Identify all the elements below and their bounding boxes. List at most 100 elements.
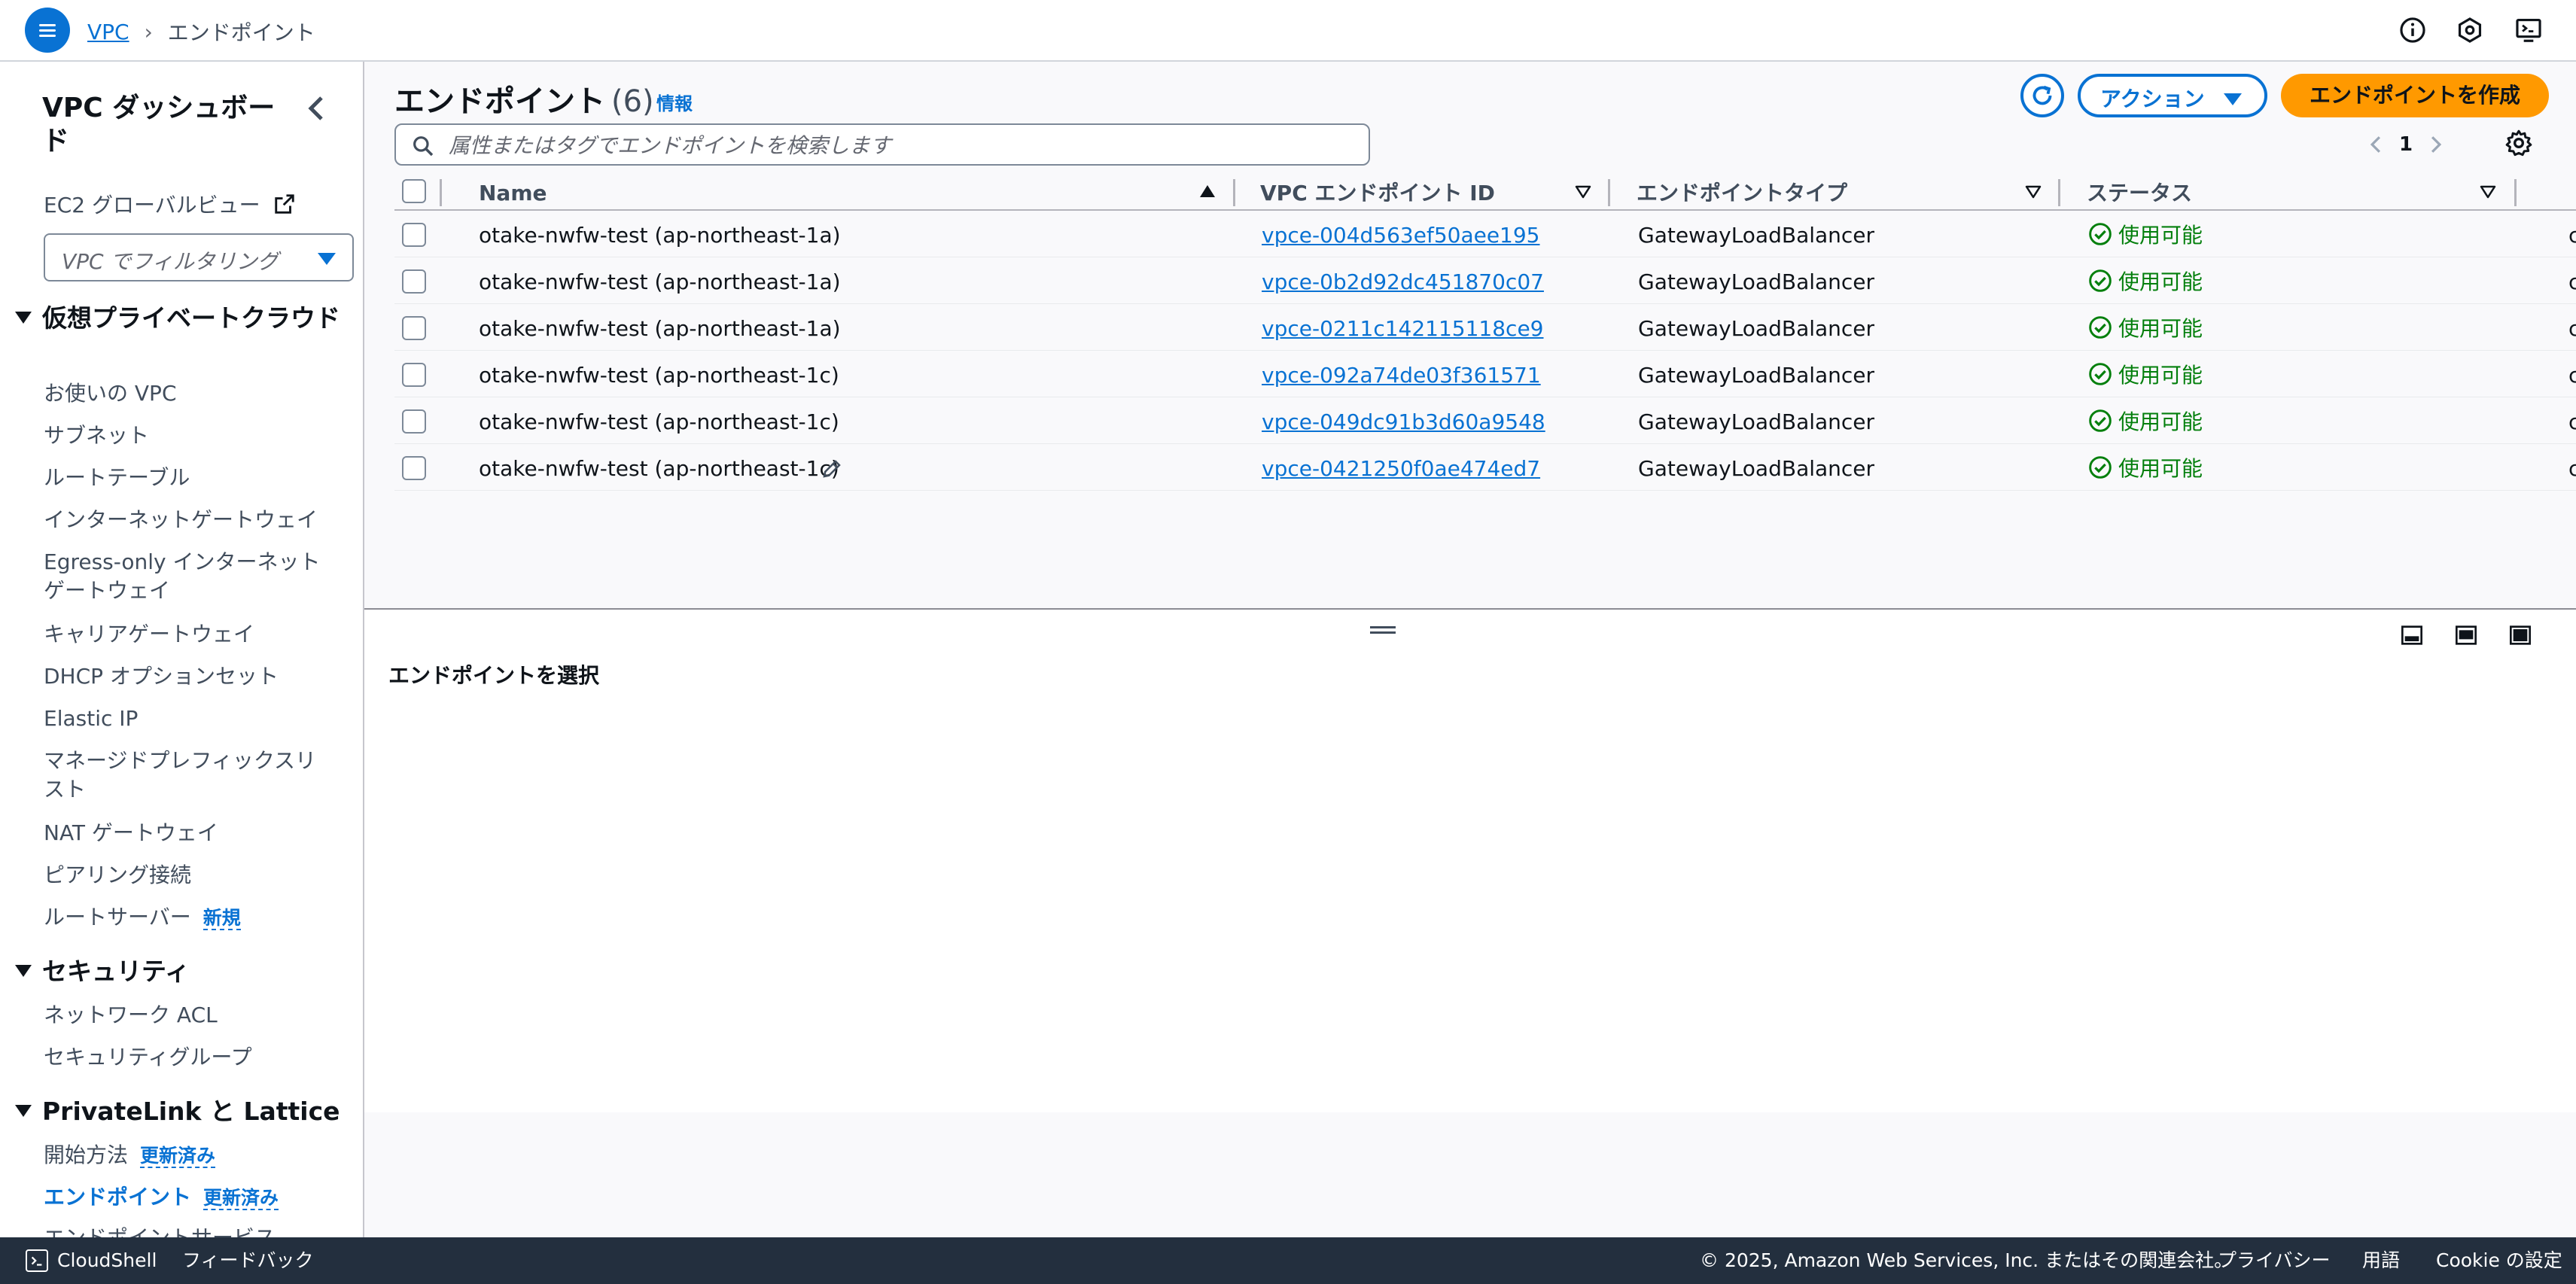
cell-endpoint-id-link[interactable]: vpce-049dc91b3d60a9548 <box>1262 409 1545 435</box>
cloudshell-icon[interactable] <box>26 1249 48 1272</box>
success-check-icon <box>2089 456 2112 479</box>
sidebar-item-route-tables[interactable]: ルートテーブル <box>44 464 190 492</box>
search-field[interactable] <box>394 123 1370 166</box>
refresh-button[interactable] <box>2020 74 2064 117</box>
sidebar-item-elastic-ip[interactable]: Elastic IP <box>44 704 138 733</box>
hamburger-menu-icon[interactable] <box>25 8 70 53</box>
table-row[interactable]: otake-nwfw-test (ap-northeast-1c) vpce-0… <box>394 351 2576 397</box>
breadcrumb-vpc-link[interactable]: VPC <box>87 20 129 44</box>
table-row[interactable]: otake-nwfw-test (ap-northeast-1c) vpce-0… <box>394 397 2576 444</box>
sidebar-item-route-servers[interactable]: ルートサーバー 新規 <box>44 903 241 933</box>
pagination-page-1[interactable]: 1 <box>2391 133 2421 156</box>
column-divider[interactable] <box>1233 179 1235 206</box>
cell-status: 使用可能 <box>2088 409 2203 435</box>
cell-endpoint-id-link[interactable]: vpce-0211c142115118ce9 <box>1262 316 1544 342</box>
sidebar-item-label: EC2 グローバルビュー <box>44 193 260 218</box>
sidebar-item-carrier-gateways[interactable]: キャリアゲートウェイ <box>44 620 254 649</box>
search-input[interactable] <box>449 131 1352 160</box>
success-check-icon <box>2089 316 2112 339</box>
cell-endpoint-id-link[interactable]: vpce-0421250f0ae474ed7 <box>1262 456 1540 482</box>
column-divider[interactable] <box>440 179 442 206</box>
sort-ascending-icon[interactable] <box>1200 185 1215 197</box>
sidebar-item-network-acl[interactable]: ネットワーク ACL <box>44 1001 218 1030</box>
info-icon[interactable] <box>2398 16 2427 44</box>
panel-side-icon[interactable] <box>2454 623 2478 647</box>
sidebar-section-title: セキュリティ <box>42 957 190 986</box>
row-checkbox[interactable] <box>402 223 426 247</box>
cell-endpoint-id-link[interactable]: vpce-0b2d92dc451870c07 <box>1262 269 1544 295</box>
select-all-checkbox[interactable] <box>402 179 426 203</box>
row-checkbox[interactable] <box>402 456 426 480</box>
column-header-endpoint-type[interactable]: エンドポイントタイプ <box>1637 181 1847 206</box>
column-header-vpc-endpoint-id[interactable]: VPC エンドポイント ID <box>1260 181 1495 206</box>
panel-bottom-icon[interactable] <box>2400 623 2424 647</box>
column-header-status[interactable]: ステータス <box>2087 181 2192 206</box>
vpc-filter-select[interactable]: VPC でフィルタリング <box>44 233 354 281</box>
cell-overflow: c <box>2568 223 2576 248</box>
table-row[interactable]: otake-nwfw-test (ap-northeast-1a) vpce-0… <box>394 257 2576 304</box>
cell-status: 使用可能 <box>2088 316 2203 342</box>
status-text: 使用可能 <box>2118 269 2203 294</box>
sidebar-section-privatelink[interactable]: PrivateLink と Lattice <box>15 1096 340 1127</box>
sidebar-item-getting-started[interactable]: 開始方法 更新済み <box>44 1141 216 1170</box>
chevron-left-icon[interactable] <box>305 93 329 123</box>
table-row[interactable]: otake-nwfw-test (ap-northeast-1c) vpce-0… <box>394 444 2576 491</box>
updated-badge[interactable]: 更新済み <box>140 1145 216 1168</box>
new-badge[interactable]: 新規 <box>202 907 241 930</box>
sidebar-section-security[interactable]: セキュリティ <box>15 956 190 987</box>
cell-endpoint-id-link[interactable]: vpce-004d563ef50aee195 <box>1262 223 1540 248</box>
sidebar-item-internet-gateways[interactable]: インターネットゲートウェイ <box>44 506 318 534</box>
table-row[interactable]: otake-nwfw-test (ap-northeast-1a) vpce-0… <box>394 304 2576 351</box>
sidebar-item-egress-only-igw[interactable]: Egress-only インターネットゲートウェイ <box>44 548 330 605</box>
privacy-link[interactable]: プライバシー <box>2218 1249 2331 1272</box>
table-header: Name VPC エンドポイント ID エンドポイントタイプ ステータス <box>394 173 2576 211</box>
sidebar-item-endpoint-services[interactable]: エンドポイントサービス <box>44 1224 276 1237</box>
column-divider[interactable] <box>2514 179 2517 206</box>
info-link[interactable]: 情報 <box>656 89 693 115</box>
resize-handle[interactable] <box>1370 625 1396 635</box>
sidebar-item-subnets[interactable]: サブネット <box>44 421 149 450</box>
sort-icon[interactable] <box>1575 185 1591 199</box>
table-row[interactable]: otake-nwfw-test (ap-northeast-1a) vpce-0… <box>394 211 2576 257</box>
create-endpoint-button[interactable]: エンドポイントを作成 <box>2281 74 2549 117</box>
sidebar-item-managed-prefix-lists[interactable]: マネージドプレフィックスリスト <box>44 747 330 804</box>
side-navigation: VPC ダッシュボード EC2 グローバルビュー VPC でフィルタリング 仮想… <box>0 62 364 1237</box>
column-header-name[interactable]: Name <box>479 181 547 206</box>
pencil-icon[interactable] <box>821 458 843 480</box>
sidebar-item-endpoints[interactable]: エンドポイント 更新済み <box>44 1183 279 1212</box>
sidebar-item-peering-connections[interactable]: ピアリング接続 <box>44 861 191 890</box>
cell-name: otake-nwfw-test (ap-northeast-1a) <box>479 269 841 294</box>
sidebar-item-security-groups[interactable]: セキュリティグループ <box>44 1043 252 1072</box>
actions-dropdown-button[interactable]: アクション <box>2078 74 2267 117</box>
row-checkbox[interactable] <box>402 316 426 340</box>
page-title: エンドポイント (6) <box>394 77 654 120</box>
pagination-next-button[interactable] <box>2421 129 2451 160</box>
feedback-button[interactable]: フィードバック <box>182 1249 314 1272</box>
column-divider[interactable] <box>2058 179 2060 206</box>
sidebar-section-vpc[interactable]: 仮想プライベートクラウド <box>15 303 346 334</box>
row-checkbox[interactable] <box>402 269 426 294</box>
cell-endpoint-id-link[interactable]: vpce-092a74de03f361571 <box>1262 363 1541 388</box>
sidebar-section-title: 仮想プライベートクラウド <box>42 303 340 333</box>
sidebar-item-nat-gateways[interactable]: NAT ゲートウェイ <box>44 819 218 847</box>
column-divider[interactable] <box>1608 179 1610 206</box>
pagination-previous-button[interactable] <box>2361 129 2391 160</box>
cookie-settings-link[interactable]: Cookie の設定 <box>2436 1249 2562 1272</box>
gear-icon[interactable] <box>2504 128 2534 158</box>
sidebar-item-ec2-global-view[interactable]: EC2 グローバルビュー <box>44 191 296 220</box>
terms-link[interactable]: 用語 <box>2362 1249 2400 1272</box>
display-settings-icon[interactable] <box>2514 16 2543 44</box>
sidebar-item-dhcp-option-sets[interactable]: DHCP オプションセット <box>44 662 279 691</box>
main-content: エンドポイント(6) 情報 アクション エンドポイントを作成 1 <box>364 62 2576 1237</box>
sidebar-item-your-vpcs[interactable]: お使いの VPC <box>44 379 177 408</box>
row-checkbox[interactable] <box>402 363 426 387</box>
row-checkbox[interactable] <box>402 409 426 434</box>
sort-icon[interactable] <box>2025 185 2042 199</box>
sort-icon[interactable] <box>2480 185 2496 199</box>
cell-name: otake-nwfw-test (ap-northeast-1a) <box>479 316 841 341</box>
split-panel-title: エンドポイントを選択 <box>388 663 600 688</box>
notifications-icon[interactable] <box>2456 16 2484 44</box>
updated-badge[interactable]: 更新済み <box>203 1187 279 1210</box>
cloudshell-button[interactable]: CloudShell <box>57 1249 157 1272</box>
panel-full-icon[interactable] <box>2508 623 2532 647</box>
